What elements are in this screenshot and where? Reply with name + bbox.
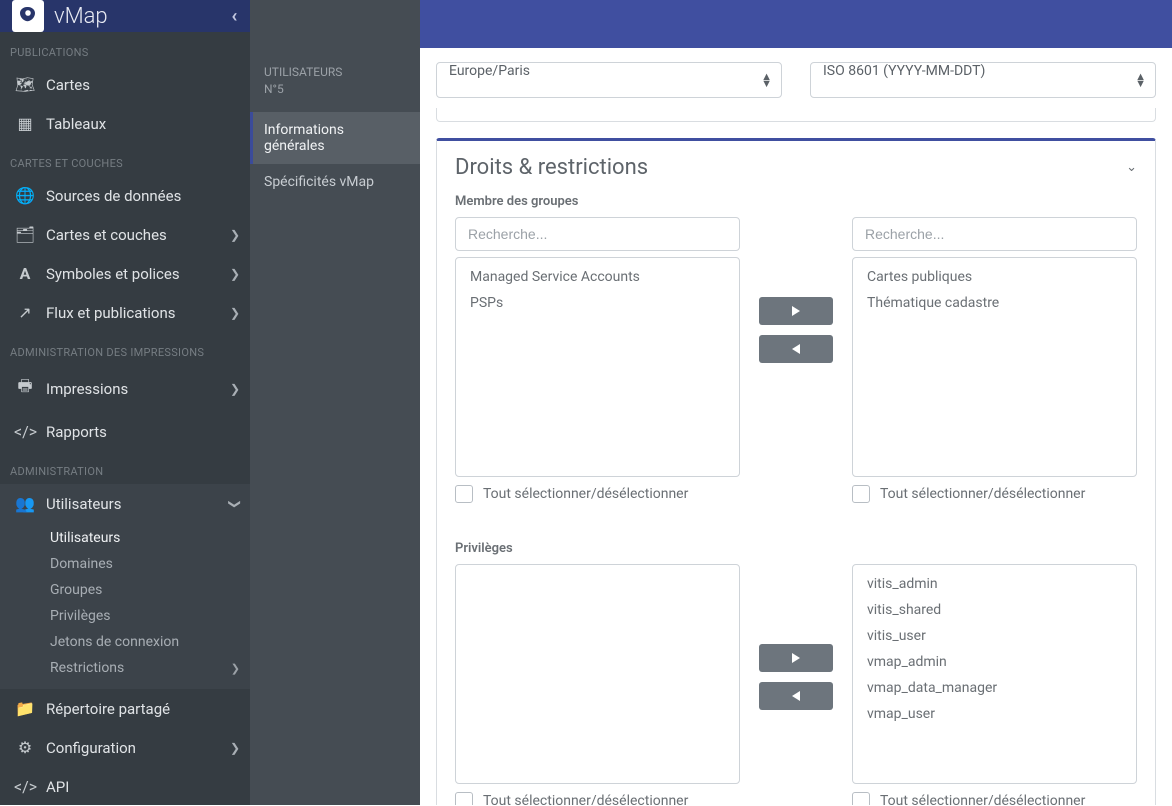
map-icon: 🗺 bbox=[14, 75, 36, 94]
sidebar-section-title: PUBLICATIONS bbox=[0, 32, 250, 65]
chevron-right-icon: ❯ bbox=[230, 382, 240, 396]
sidebar-item-cartes[interactable]: 🗺 Cartes bbox=[0, 65, 250, 104]
sidebar-item-flux[interactable]: ↗ Flux et publications ❯ bbox=[0, 293, 250, 332]
sidebar-sub-domaines[interactable]: Domaines bbox=[0, 551, 250, 577]
move-left-button[interactable] bbox=[759, 335, 833, 363]
layers-icon: 🗂 bbox=[14, 225, 36, 244]
list-item[interactable]: vmap_data_manager bbox=[853, 675, 1136, 701]
section-droits-restrictions: Droits & restrictions ⌄ Membre des group… bbox=[436, 138, 1156, 805]
sidebar-section-title: CARTES ET COUCHES bbox=[0, 143, 250, 176]
app-title: vMap bbox=[54, 4, 108, 29]
sidebar-section-title: ADMINISTRATION DES IMPRESSIONS bbox=[0, 332, 250, 365]
gear-icon: ⚙ bbox=[14, 738, 36, 757]
selectall-label: Tout sélectionner/désélectionner bbox=[880, 486, 1085, 502]
sidebar-sub-jetons[interactable]: Jetons de connexion bbox=[0, 629, 250, 655]
chevron-right-icon: ❯ bbox=[230, 228, 240, 242]
move-right-button[interactable] bbox=[759, 297, 833, 325]
sidebar-item-utilisateurs[interactable]: 👥 Utilisateurs ❯ bbox=[0, 484, 250, 523]
app-logo bbox=[12, 0, 44, 32]
sidebar-item-api[interactable]: </> API bbox=[0, 767, 250, 806]
secondary-header: UTILISATEURS N°5 bbox=[250, 48, 420, 112]
groups-assigned-list[interactable]: Cartes publiques Thématique cadastre bbox=[852, 257, 1137, 477]
groups-picker: Managed Service Accounts PSPs Tout sélec… bbox=[455, 217, 1137, 503]
sidebar-submenu-utilisateurs: Utilisateurs Domaines Groupes Privilèges… bbox=[0, 523, 250, 689]
code-icon: </> bbox=[14, 422, 36, 441]
list-item[interactable]: vmap_admin bbox=[853, 649, 1136, 675]
groups-assigned-search[interactable] bbox=[852, 217, 1137, 251]
main-area: Europe/Paris ▲▼ ISO 8601 (YYYY-MM-DDT) ▲… bbox=[420, 0, 1172, 805]
users-icon: 👥 bbox=[14, 494, 36, 513]
sidebar-sub-utilisateurs[interactable]: Utilisateurs bbox=[0, 525, 250, 551]
code-icon: </> bbox=[14, 777, 36, 796]
sidebar-sub-privileges[interactable]: Privilèges bbox=[0, 603, 250, 629]
grid-icon: ▦ bbox=[14, 114, 36, 133]
sidebar-sub-groupes[interactable]: Groupes bbox=[0, 577, 250, 603]
main-content: Europe/Paris ▲▼ ISO 8601 (YYYY-MM-DDT) ▲… bbox=[420, 48, 1172, 805]
font-icon: A bbox=[14, 264, 36, 283]
sidebar-section-title: ADMINISTRATION bbox=[0, 451, 250, 484]
external-link-icon: ↗ bbox=[14, 303, 36, 322]
sidebar-main: vMap ‹‹ PUBLICATIONS 🗺 Cartes ▦ Tableaux… bbox=[0, 0, 250, 805]
secondary-topgap bbox=[250, 0, 420, 48]
groups-available-selectall-checkbox[interactable] bbox=[455, 485, 473, 503]
sidebar-item-configuration[interactable]: ⚙ Configuration ❯ bbox=[0, 728, 250, 767]
move-left-button[interactable] bbox=[759, 682, 833, 710]
list-item[interactable]: vmap_user bbox=[853, 701, 1136, 727]
folder-icon: 📁 bbox=[14, 699, 36, 718]
tab-specificites-vmap[interactable]: Spécificités vMap bbox=[250, 164, 420, 200]
groups-available-search[interactable] bbox=[455, 217, 740, 251]
printer-icon: 🖶 bbox=[14, 375, 36, 402]
section-title: Droits & restrictions bbox=[455, 155, 648, 180]
chevron-right-icon: ❯ bbox=[230, 306, 240, 320]
selectall-label: Tout sélectionner/désélectionner bbox=[483, 486, 688, 502]
chevron-down-icon: ❯ bbox=[228, 498, 242, 508]
list-item[interactable]: PSPs bbox=[456, 290, 739, 316]
list-item[interactable]: vitis_shared bbox=[853, 597, 1136, 623]
privileges-picker: Tout sélectionner/désélectionner vitis_a… bbox=[455, 564, 1137, 805]
privileges-assigned-list[interactable]: vitis_admin vitis_shared vitis_user vmap… bbox=[852, 564, 1137, 784]
chevron-right-icon: ❯ bbox=[230, 741, 240, 755]
list-item[interactable]: vitis_user bbox=[853, 623, 1136, 649]
list-item[interactable]: Cartes publiques bbox=[853, 264, 1136, 290]
list-item[interactable]: Managed Service Accounts bbox=[456, 264, 739, 290]
selectall-label: Tout sélectionner/désélectionner bbox=[880, 793, 1085, 805]
list-item[interactable]: Thématique cadastre bbox=[853, 290, 1136, 316]
selectall-label: Tout sélectionner/désélectionner bbox=[483, 793, 688, 805]
priv-available-selectall-checkbox[interactable] bbox=[455, 792, 473, 805]
chevron-right-icon: ❯ bbox=[231, 662, 240, 675]
groups-available-list[interactable]: Managed Service Accounts PSPs bbox=[455, 257, 740, 477]
sidebar-item-rapports[interactable]: </> Rapports bbox=[0, 412, 250, 451]
sidebar-item-sources[interactable]: 🌐 Sources de données bbox=[0, 176, 250, 215]
sidebar-item-tableaux[interactable]: ▦ Tableaux bbox=[0, 104, 250, 143]
tab-informations-generales[interactable]: Informations générales bbox=[250, 112, 420, 164]
privileges-available-list[interactable] bbox=[455, 564, 740, 784]
privileges-label: Privilèges bbox=[455, 541, 1137, 556]
brand-bar: vMap ‹‹ bbox=[0, 0, 250, 32]
groups-label: Membre des groupes bbox=[455, 194, 1137, 209]
sidebar-collapse-icon[interactable]: ‹‹ bbox=[232, 6, 238, 27]
timezone-select[interactable]: Europe/Paris ▲▼ bbox=[436, 62, 782, 98]
chevron-right-icon: ❯ bbox=[230, 267, 240, 281]
priv-assigned-selectall-checkbox[interactable] bbox=[852, 792, 870, 805]
list-item[interactable]: vitis_admin bbox=[853, 571, 1136, 597]
topbar bbox=[420, 0, 1172, 48]
dateformat-select[interactable]: ISO 8601 (YYYY-MM-DDT) ▲▼ bbox=[810, 62, 1156, 98]
chevron-down-icon[interactable]: ⌄ bbox=[1126, 160, 1137, 175]
sidebar-sub-restrictions[interactable]: Restrictions❯ bbox=[0, 655, 250, 681]
sidebar-item-impressions[interactable]: 🖶 Impressions ❯ bbox=[0, 365, 250, 412]
sidebar-item-symboles[interactable]: A Symboles et polices ❯ bbox=[0, 254, 250, 293]
sidebar-item-cartes-couches[interactable]: 🗂 Cartes et couches ❯ bbox=[0, 215, 250, 254]
move-right-button[interactable] bbox=[759, 644, 833, 672]
groups-assigned-selectall-checkbox[interactable] bbox=[852, 485, 870, 503]
globe-icon: 🌐 bbox=[14, 186, 36, 205]
sidebar-secondary: UTILISATEURS N°5 Informations générales … bbox=[250, 0, 420, 805]
sidebar-item-repertoire[interactable]: 📁 Répertoire partagé bbox=[0, 689, 250, 728]
